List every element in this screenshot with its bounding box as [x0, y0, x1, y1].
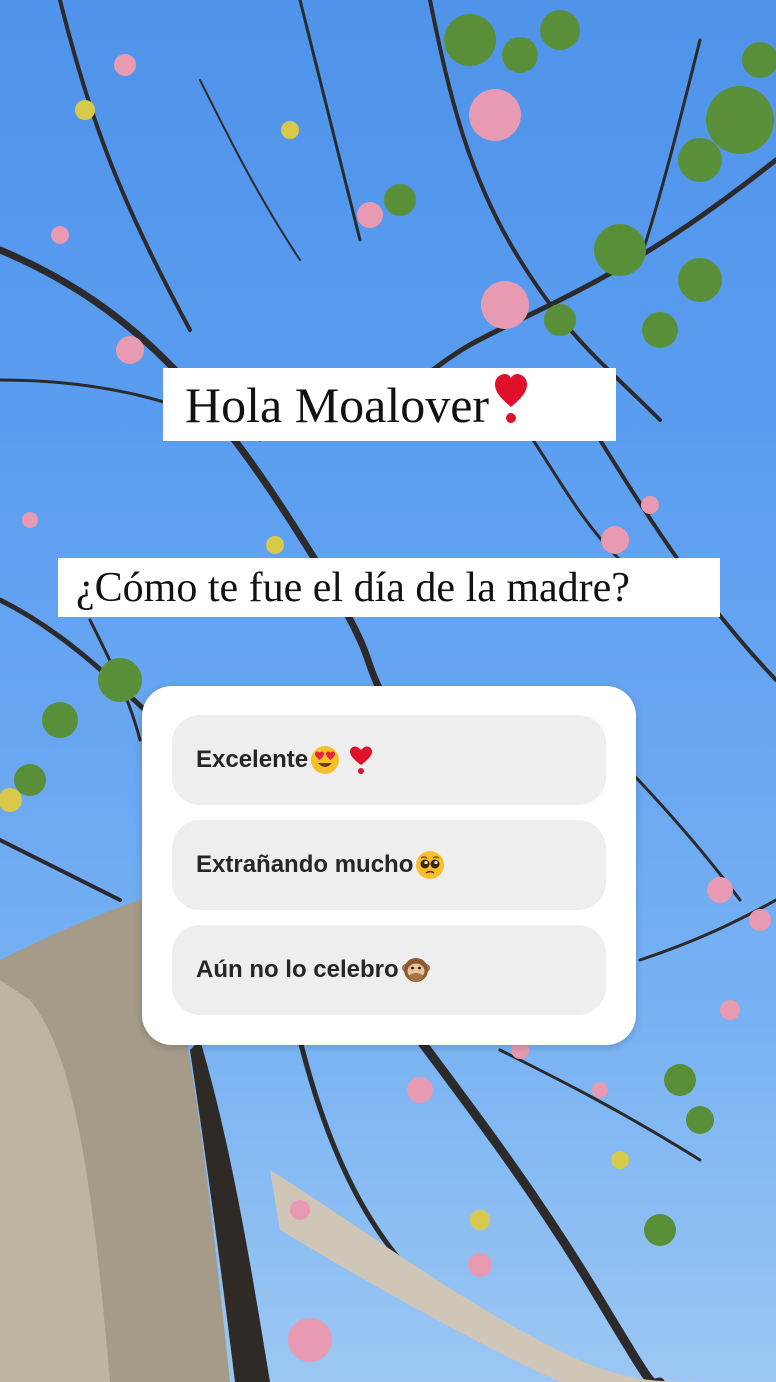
poll-option-label: Aún no lo celebro: [196, 956, 399, 983]
question-text: ¿Cómo te fue el día de la madre?: [76, 564, 630, 611]
pleading-face-icon: [415, 850, 445, 880]
poll-option-label: Excelente: [196, 746, 309, 773]
poll-option-excelente[interactable]: Excelente: [172, 715, 606, 805]
speak-no-evil-monkey-icon: [401, 955, 431, 985]
heavy-heart-exclamation-icon: [346, 745, 376, 775]
heavy-heart-exclamation-icon: [493, 373, 529, 437]
greeting-caption: Hola Moalover: [163, 368, 616, 441]
instagram-story: Hola Moalover ¿Cómo te fue el día de la …: [0, 0, 776, 1382]
poll-option-label: Extrañando mucho: [196, 851, 414, 878]
poll-option-aun-no-lo-celebro[interactable]: Aún no lo celebro: [172, 925, 606, 1015]
heart-eyes-face-icon: [310, 745, 340, 775]
poll-sticker: Excelente Extrañando mucho Aún no lo cel…: [142, 686, 636, 1045]
greeting-text: Hola Moalover: [185, 376, 490, 433]
poll-option-extranando-mucho[interactable]: Extrañando mucho: [172, 820, 606, 910]
question-caption: ¿Cómo te fue el día de la madre?: [58, 558, 720, 617]
